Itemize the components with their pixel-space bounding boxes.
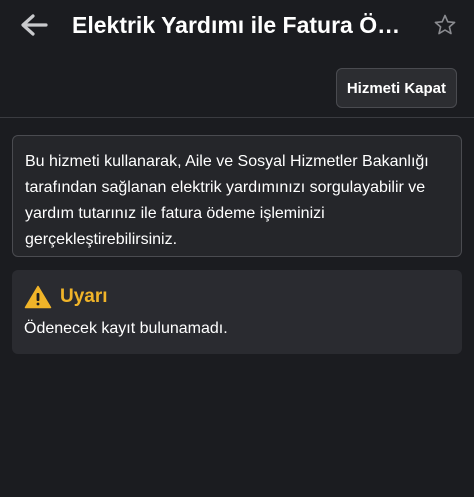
warning-card: Uyarı Ödenecek kayıt bulunamadı. [12, 270, 462, 354]
warning-title: Uyarı [60, 286, 108, 307]
back-arrow-icon [21, 14, 48, 36]
warning-message: Ödenecek kayıt bulunamadı. [24, 320, 228, 337]
close-service-button[interactable]: Hizmeti Kapat [335, 68, 457, 108]
back-button[interactable] [18, 10, 50, 40]
info-card: Bu hizmeti kullanarak, Aile ve Sosyal Hi… [12, 135, 462, 257]
warning-triangle-icon [24, 285, 52, 309]
action-toolbar: Hizmeti Kapat [0, 60, 474, 118]
info-text: Bu hizmeti kullanarak, Aile ve Sosyal Hi… [25, 153, 429, 248]
favorite-button[interactable] [430, 10, 460, 40]
star-outline-icon [434, 14, 456, 35]
warning-header: Uyarı [24, 284, 450, 310]
header-bar: Elektrik Yardımı ile Fatura Ödeme [0, 0, 474, 50]
page-title: Elektrik Yardımı ile Fatura Ödeme [72, 12, 412, 38]
